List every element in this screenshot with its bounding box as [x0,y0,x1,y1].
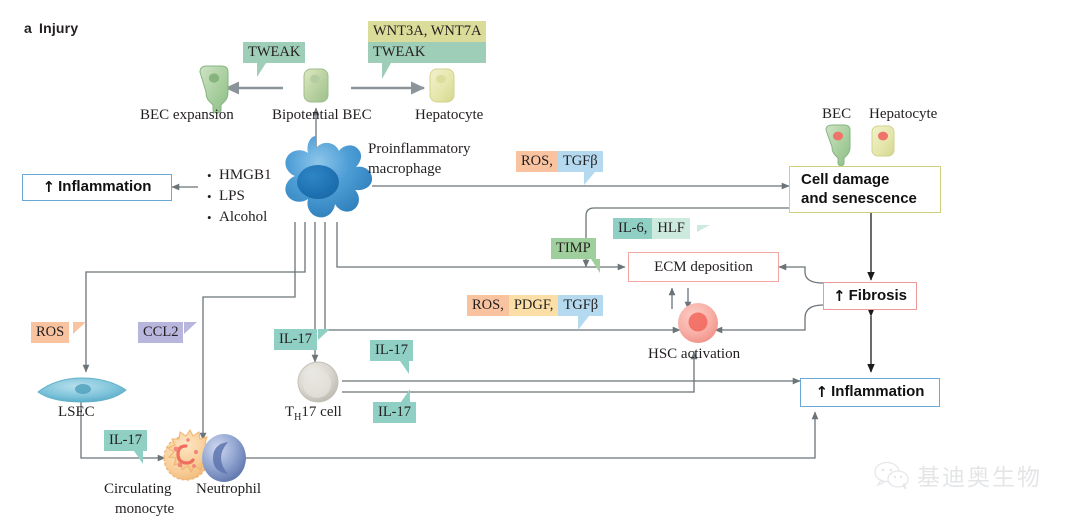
flag-seg-ros: ROS, [467,295,509,316]
legend-hepatocyte-glyph [871,125,895,157]
th17-label-post: 17 cell [301,404,342,420]
inflammation-right-label: Inflammation [831,383,925,401]
flag-seg-pdgf: PDGF, [508,295,559,316]
hsc-label: HSC activation [648,346,741,362]
stimuli-list: HMGB1 LPS Alcohol [207,165,272,228]
flag-seg-tweak: TWEAK [368,42,487,63]
flag-tail-icon [584,172,595,185]
flag-il17-monocyte: IL-17 [104,430,148,464]
flag-il6-hlf: IL-6, HLF [613,218,710,239]
flag-il17-macrophage: IL-17 [274,329,330,350]
flag-tail-icon [382,63,391,79]
neutrophil-glyph [202,434,246,482]
flag-seg-tweak: TWEAK [243,42,306,63]
flag-ccl2: CCL2 [138,322,197,343]
inflammation-left-label: Inflammation [58,178,152,196]
panel-letter: a [24,20,32,36]
stimulus-item: Alcohol [207,207,272,228]
fibrosis-box[interactable]: ↑ Fibrosis [823,282,917,310]
up-arrow-icon: ↑ [42,178,56,197]
flag-seg-il17: IL-17 [274,329,318,350]
figure-canvas: a Injury BEC expansion Bipotential BEC He… [0,0,1080,529]
hepatocyte-label: Hepatocyte [415,107,484,123]
flag-ros-lsec: ROS [31,322,86,343]
watermark: 基迪奥生物 [874,458,1042,492]
flag-tail-icon [401,389,410,402]
page-title: a Injury [24,20,78,36]
bec-expansion-glyph [199,65,229,114]
stimulus-item: LPS [207,186,272,207]
macrophage-glyph [285,136,373,218]
hepatocyte-glyph [429,68,455,103]
hsc-glyph [678,303,718,343]
panel-title-text: Injury [39,20,79,36]
flag-il17-th17-top: IL-17 [370,340,414,374]
flag-tail-icon [591,259,600,273]
flag-seg-timp: TIMP [551,238,596,259]
flag-tail-icon [257,63,266,77]
cell-damage-box[interactable]: Cell damage and senescence [789,166,941,213]
flag-il17-th17-bottom: IL-17 [373,389,417,423]
legend-bec-label: BEC [822,106,852,122]
flag-tweak-left: TWEAK [243,42,306,77]
flag-seg-il17: IL-17 [370,340,414,361]
ecm-deposition-label: ECM deposition [654,258,753,275]
th17-glyph [297,361,339,403]
inflammation-left-box[interactable]: ↑ Inflammation [22,174,172,201]
th17-label: TH17 cell [285,404,342,423]
lsec-label: LSEC [58,404,95,420]
flag-seg-wnt: WNT3A, WNT7A [368,21,487,42]
flag-seg-il6: IL-6, [613,218,653,239]
up-arrow-icon: ↑ [833,286,846,305]
flag-tail-icon [134,451,143,464]
flag-tail-icon [400,361,409,374]
th17-label-pre: T [285,404,295,420]
macrophage-label-line1: Proinflammatory [368,141,471,157]
legend-bec-glyph [825,124,851,167]
flag-seg-ros: ROS [31,322,70,343]
flag-seg-il17: IL-17 [373,402,417,423]
bipotential-bec-label: Bipotential BEC [272,107,372,123]
flag-seg-tgfb: TGFβ [558,295,604,316]
neutrophil-label: Neutrophil [196,481,261,497]
bipotential-bec-glyph [303,68,329,103]
flag-ros-pdgf-tgfb: ROS, PDGF, TGFβ [467,295,604,330]
up-arrow-icon: ↑ [815,383,829,402]
flag-seg-tgfb: TGFβ [557,151,603,172]
flag-ros-tgfb: ROS, TGFβ [516,151,603,185]
lsec-glyph [37,377,127,403]
macrophage-label-line2: macrophage [368,161,442,177]
monocyte-label-line2: monocyte [115,501,175,517]
flag-tail-icon [184,322,197,334]
monocyte-label-line1: Circulating [104,481,172,497]
fibrosis-label: Fibrosis [848,286,907,304]
bec-expansion-label: BEC expansion [140,107,234,123]
inflammation-right-box[interactable]: ↑ Inflammation [800,378,940,407]
flag-seg-il17: IL-17 [104,430,148,451]
stimulus-item: HMGB1 [207,165,272,186]
flag-tail-icon [318,329,330,340]
watermark-text: 基迪奥生物 [917,465,1042,491]
flag-tail-icon [73,322,86,334]
flag-wnt-tweak: WNT3A, WNT7A TWEAK [368,21,487,79]
flag-seg-hlf: HLF [652,218,690,239]
cell-damage-line2: and senescence [801,189,917,207]
wechat-icon [874,461,909,489]
flag-seg-ccl2: CCL2 [138,322,184,343]
cell-damage-line1: Cell damage [801,170,890,188]
flag-tail-icon [697,225,710,232]
flag-seg-ros: ROS, [516,151,558,172]
ecm-deposition-box[interactable]: ECM deposition [628,252,779,282]
legend-hepatocyte-label: Hepatocyte [869,106,938,122]
connector-layer [37,65,895,482]
flag-tail-icon [578,316,589,330]
flag-timp: TIMP [551,238,600,273]
